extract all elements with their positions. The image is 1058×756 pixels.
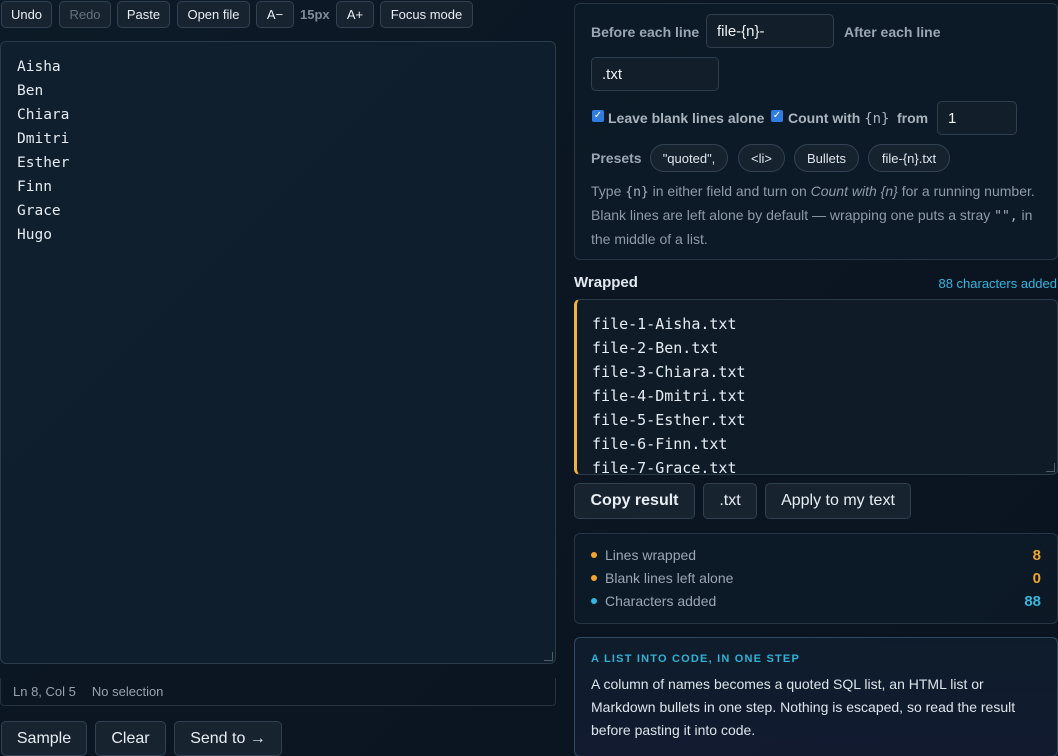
editor-line: Hugo <box>17 227 52 243</box>
before-label: Before each line <box>591 24 700 40</box>
help-text-part: Type <box>591 183 622 199</box>
status-bar: Ln 8, Col 5 No selection <box>0 678 556 706</box>
count-label: Count with {n} <box>788 110 890 127</box>
resize-handle[interactable] <box>544 652 553 661</box>
undo-button[interactable]: Undo <box>1 1 52 28</box>
stat-blank-lines: Blank lines left alone 0 <box>591 568 1041 588</box>
checkmark-icon: ✓ <box>593 110 603 121</box>
info-card-kicker: A LIST INTO CODE, IN ONE STEP <box>591 653 800 665</box>
editor-line: Chiara <box>17 107 70 123</box>
download-txt-button[interactable]: .txt <box>703 483 757 519</box>
editor-line: Dmitri <box>17 131 70 147</box>
status-dot-icon <box>591 598 597 604</box>
help-text-part: in either field and turn on <box>652 183 807 199</box>
stat-lines-wrapped: Lines wrapped 8 <box>591 545 1041 565</box>
help-text: Type {n} in either field and turn on Cou… <box>591 180 1046 251</box>
editor-line: Esther <box>17 155 70 171</box>
font-larger-button[interactable]: A+ <box>336 1 374 28</box>
stat-value: 0 <box>1032 569 1041 587</box>
leave-blank-label: Leave blank lines alone <box>608 110 765 126</box>
clear-button[interactable]: Clear <box>95 721 166 756</box>
count-token: {n} <box>864 111 890 127</box>
output-line: file-2-Ben.txt <box>592 339 719 357</box>
help-token: {n} <box>625 185 649 200</box>
font-smaller-button[interactable]: A− <box>256 1 294 28</box>
stats-panel: Lines wrapped 8 Blank lines left alone 0… <box>574 533 1058 624</box>
stat-value: 8 <box>1032 546 1041 564</box>
sample-button[interactable]: Sample <box>1 721 87 756</box>
presets-label: Presets <box>591 150 642 166</box>
input-editor[interactable]: Aisha Ben Chiara Dmitri Esther Finn Grac… <box>0 41 556 664</box>
info-card: A LIST INTO CODE, IN ONE STEP A column o… <box>574 637 1058 756</box>
from-label: from <box>897 110 929 126</box>
preset-file-chip[interactable]: file-{n}.txt <box>868 144 950 172</box>
preset-quoted-chip[interactable]: "quoted", <box>650 144 728 172</box>
output-editor[interactable]: file-1-Aisha.txt file-2-Ben.txt file-3-C… <box>574 299 1058 475</box>
output-line: file-3-Chiara.txt <box>592 363 746 381</box>
output-line: file-6-Finn.txt <box>592 435 728 453</box>
send-to-button[interactable]: Send to → <box>174 721 282 756</box>
preset-li-chip[interactable]: <li> <box>738 144 785 172</box>
help-code: "", <box>994 209 1018 224</box>
stat-label: Blank lines left alone <box>605 570 734 586</box>
output-line: file-4-Dmitri.txt <box>592 387 746 405</box>
preset-bullets-chip[interactable]: Bullets <box>794 144 859 172</box>
editor-line: Finn <box>17 179 52 195</box>
cursor-position: Ln 8, Col 5 <box>13 684 76 699</box>
from-input[interactable]: 1 <box>937 101 1017 135</box>
font-size-label: 15px <box>300 7 330 22</box>
output-line: file-1-Aisha.txt <box>592 315 737 333</box>
output-line: file-7-Grace.txt <box>592 459 737 475</box>
editor-line: Grace <box>17 203 61 219</box>
checkmark-icon: ✓ <box>772 110 782 121</box>
resize-handle[interactable] <box>1046 463 1055 472</box>
stat-value: 88 <box>1024 592 1041 610</box>
help-emphasis: Count with {n} <box>810 183 898 199</box>
options-panel: Before each line file-{n}- After each li… <box>574 3 1058 260</box>
copy-result-button[interactable]: Copy result <box>574 483 695 519</box>
selection-status: No selection <box>91 684 164 699</box>
status-dot-icon <box>591 552 597 558</box>
stat-characters-added: Characters added 88 <box>591 591 1041 611</box>
leave-blank-checkbox[interactable]: ✓ <box>592 110 604 122</box>
status-dot-icon <box>591 575 597 581</box>
count-checkbox[interactable]: ✓ <box>771 110 783 122</box>
chars-added-badge: 88 characters added <box>938 276 1057 291</box>
count-label-text: Count with <box>788 110 861 126</box>
editor-line: Aisha <box>17 59 61 75</box>
focus-mode-button[interactable]: Focus mode <box>380 1 473 28</box>
output-title: Wrapped <box>574 274 638 291</box>
after-label: After each line <box>844 24 941 40</box>
redo-button[interactable]: Redo <box>59 1 111 28</box>
before-input[interactable]: file-{n}- <box>706 14 834 48</box>
apply-button[interactable]: Apply to my text <box>765 483 911 519</box>
editor-line: Ben <box>17 83 44 99</box>
stat-label: Characters added <box>605 593 717 609</box>
output-line: file-5-Esther.txt <box>592 411 746 429</box>
info-card-body: A column of names becomes a quoted SQL l… <box>591 676 1016 738</box>
open-file-button[interactable]: Open file <box>177 1 250 28</box>
stat-label: Lines wrapped <box>605 547 697 563</box>
paste-button[interactable]: Paste <box>117 1 170 28</box>
after-input[interactable]: .txt <box>591 57 719 91</box>
